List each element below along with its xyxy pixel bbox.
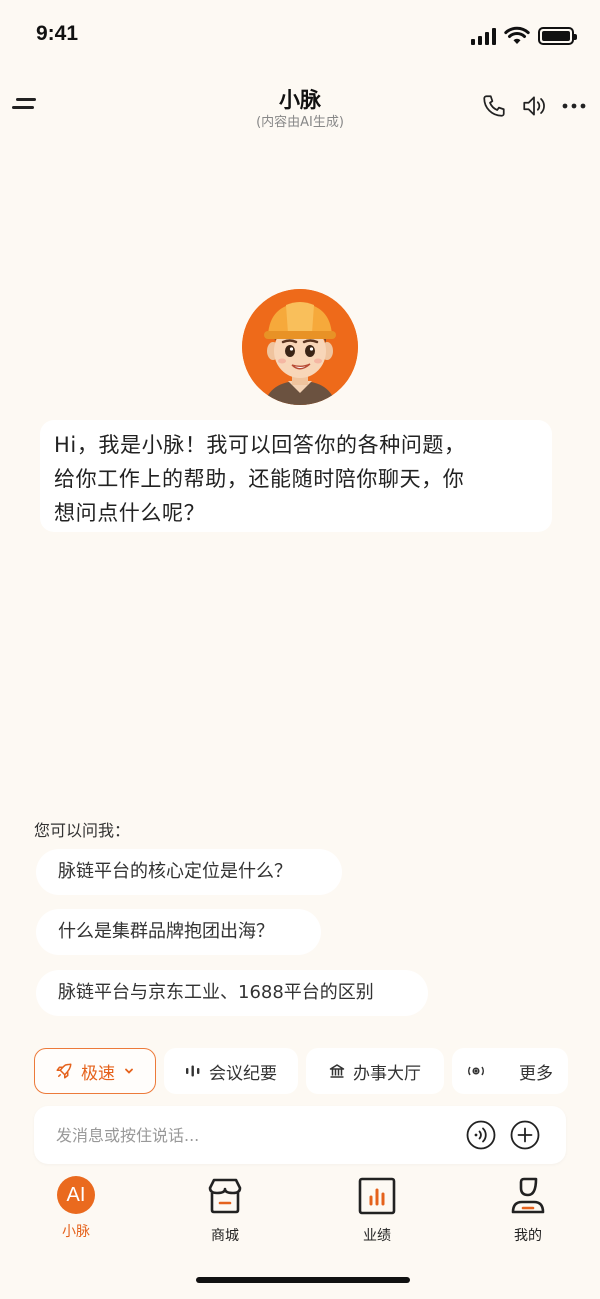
suggestion-chip[interactable]: 什么是集群品牌抱团出海？ <box>36 909 321 955</box>
tab-mall[interactable]: 商城 <box>175 1176 275 1245</box>
suggestions-label: 您可以问我： <box>34 821 131 840</box>
bar-chart-icon <box>358 1177 396 1215</box>
plus-circle-icon <box>510 1120 540 1150</box>
meeting-notes-label: 会议纪要 <box>209 1063 277 1084</box>
home-indicator <box>196 1277 410 1283</box>
voice-icon <box>466 1120 496 1150</box>
battery-icon <box>538 27 577 45</box>
status-bar: 9:41 <box>0 0 600 72</box>
service-hall-label: 办事大厅 <box>353 1063 421 1084</box>
phone-icon <box>483 95 505 117</box>
tab-performance[interactable]: 业绩 <box>327 1176 427 1245</box>
service-hall-button[interactable]: 办事大厅 <box>306 1048 444 1094</box>
cellular-signal-icon <box>471 27 496 45</box>
phone-call-button[interactable] <box>480 92 508 120</box>
greeting-line: 给你工作上的帮助，还能随时陪你聊天，你 <box>54 467 465 491</box>
status-icons <box>471 26 577 46</box>
more-options-button[interactable] <box>560 92 588 120</box>
suggestion-chip[interactable]: 脉链平台与京东工业、1688平台的区别 <box>36 970 428 1016</box>
building-icon <box>329 1064 345 1078</box>
store-icon <box>208 1178 242 1214</box>
rocket-icon <box>56 1063 72 1079</box>
more-dots-icon <box>562 103 586 109</box>
user-icon <box>511 1177 545 1214</box>
message-input[interactable] <box>56 1120 456 1150</box>
meeting-notes-button[interactable]: 会议纪要 <box>164 1048 298 1094</box>
audio-wave-icon <box>186 1065 200 1077</box>
voice-input-button[interactable] <box>466 1120 496 1150</box>
more-tools-button[interactable]: 更多 <box>452 1048 568 1094</box>
speed-mode-label: 极速 <box>81 1063 115 1084</box>
ai-icon: AI <box>56 1176 96 1216</box>
status-time: 9:41 <box>36 22 79 45</box>
chevron-down-icon <box>125 1068 133 1074</box>
speed-mode-button[interactable]: 极速 <box>34 1048 156 1094</box>
nav-bar: 小脉 (内容由AI生成) <box>0 76 600 136</box>
tab-mine[interactable]: 我的 <box>478 1176 578 1245</box>
nav-actions <box>480 92 588 120</box>
tab-label: 小脉 <box>62 1224 90 1240</box>
suggestion-chip[interactable]: 脉链平台的核心定位是什么？ <box>36 849 342 895</box>
more-tools-label: 更多 <box>519 1063 553 1084</box>
add-attachment-button[interactable] <box>510 1120 540 1150</box>
tab-label: 商城 <box>211 1228 239 1244</box>
greeting-line: Hi，我是小脉！我可以回答你的各种问题， <box>54 433 466 457</box>
greeting-line: 想问点什么呢？ <box>54 501 206 525</box>
message-composer <box>34 1106 566 1164</box>
speaker-button[interactable] <box>520 92 548 120</box>
eye-icon <box>468 1066 484 1076</box>
ai-icon-text: AI <box>57 1176 95 1214</box>
assistant-avatar <box>242 289 358 405</box>
wifi-icon <box>504 26 530 44</box>
speaker-icon <box>523 96 545 116</box>
tab-label: 我的 <box>514 1228 542 1244</box>
tab-xiaomai[interactable]: AI 小脉 <box>26 1176 126 1241</box>
greeting-message: Hi，我是小脉！我可以回答你的各种问题， 给你工作上的帮助，还能随时陪你聊天，你… <box>40 420 552 532</box>
tab-label: 业绩 <box>363 1228 391 1244</box>
